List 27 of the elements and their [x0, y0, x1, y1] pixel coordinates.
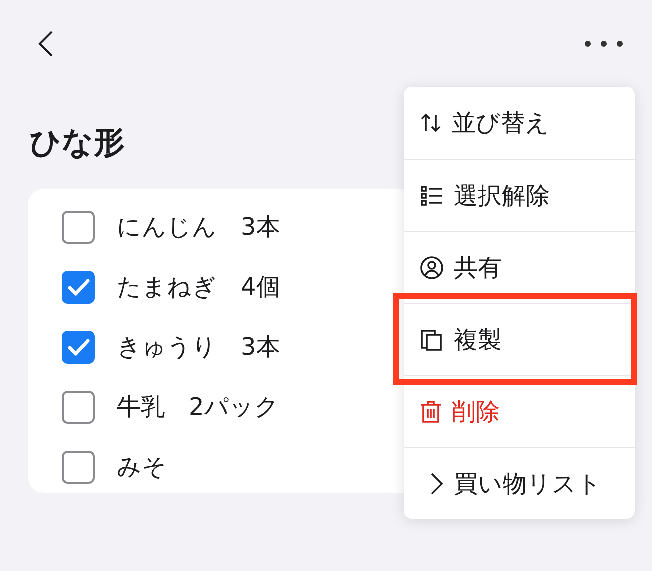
- menu-item[interactable]: 複製: [404, 303, 635, 375]
- checkbox[interactable]: [62, 271, 95, 304]
- item-label: きゅうり 3本: [117, 332, 280, 363]
- item-label: たまねぎ 4個: [117, 272, 280, 303]
- checkbox[interactable]: [62, 211, 95, 244]
- trash-icon: [420, 400, 442, 424]
- checkbox[interactable]: [62, 451, 95, 484]
- page-title: ひな形: [30, 128, 125, 159]
- menu-item[interactable]: 共有: [404, 231, 635, 303]
- menu-item[interactable]: 並び替え: [404, 87, 635, 159]
- item-label: にんじん 3本: [117, 212, 280, 243]
- menu-item[interactable]: 選択解除: [404, 159, 635, 231]
- checkmark-icon: [68, 338, 90, 356]
- checkbox[interactable]: [62, 331, 95, 364]
- chevron-right-icon: [430, 472, 444, 496]
- person-icon: [420, 256, 444, 280]
- more-icon: [584, 40, 624, 48]
- copy-icon: [420, 328, 444, 352]
- back-icon: [38, 30, 54, 58]
- list-icon: [420, 184, 444, 208]
- menu-item[interactable]: 買い物リスト: [404, 447, 635, 519]
- item-label: みそ: [117, 452, 167, 483]
- checkbox[interactable]: [62, 391, 95, 424]
- sort-icon: [420, 112, 442, 134]
- checkmark-icon: [68, 278, 90, 296]
- menu-item[interactable]: 削除: [404, 375, 635, 447]
- item-label: 牛乳 2パック: [117, 392, 280, 423]
